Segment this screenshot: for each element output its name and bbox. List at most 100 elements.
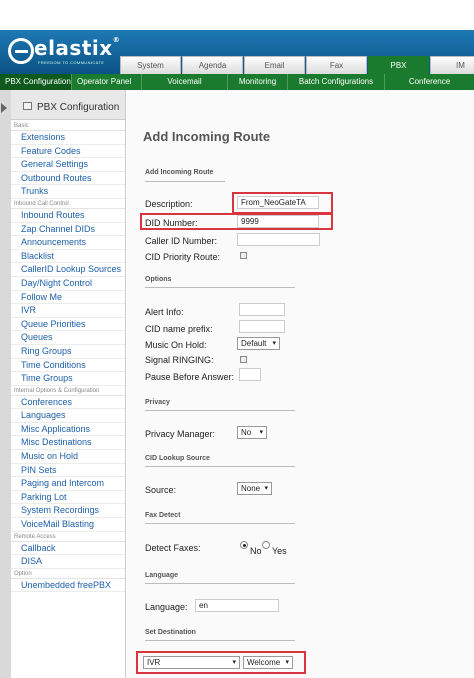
sidebar-item-music-on-hold[interactable]: Music on Hold — [11, 450, 125, 464]
subnav-batch-configurations[interactable]: Batch Configurations — [288, 74, 385, 90]
section-divider — [145, 583, 295, 584]
subnav-operator-panel[interactable]: Operator Panel — [72, 74, 142, 90]
expand-arrow-icon[interactable] — [1, 103, 7, 113]
music-on-hold-value: Default — [241, 339, 267, 348]
sidebar-item-ring-groups[interactable]: Ring Groups — [11, 345, 125, 359]
top-tabs: System Agenda Email Fax PBX IM — [120, 56, 474, 74]
section-divider — [145, 287, 295, 288]
sidebar-item-extensions[interactable]: Extensions — [11, 131, 125, 145]
elastix-logo[interactable]: elastix® FREEDOM TO COMMUNICATE — [8, 36, 128, 70]
cid-name-prefix-label: CID name prefix: — [145, 324, 213, 334]
pbx-sidebar: PBX Configuration Basic Extensions Featu… — [11, 90, 126, 678]
description-label: Description: — [145, 199, 193, 209]
signal-ringing-label: Signal RINGING: — [145, 355, 214, 365]
pbx-subnav: PBX Configuration Operator Panel Voicema… — [0, 74, 474, 90]
tab-email[interactable]: Email — [244, 56, 305, 74]
music-on-hold-select[interactable]: Default ▾ — [237, 337, 280, 350]
language-label: Language: — [145, 602, 188, 612]
sidebar-item-pin-sets[interactable]: PIN Sets — [11, 464, 125, 478]
subnav-voicemail[interactable]: Voicemail — [142, 74, 228, 90]
detect-faxes-yes-label: Yes — [272, 546, 287, 556]
tab-agenda[interactable]: Agenda — [182, 56, 243, 74]
chevron-down-icon: ▾ — [259, 429, 263, 436]
source-select[interactable]: None ▾ — [237, 482, 272, 495]
subnav-conference[interactable]: Conference — [385, 74, 474, 90]
section-language: Language — [145, 572, 179, 579]
sidebar-item-time-conditions[interactable]: Time Conditions — [11, 359, 125, 373]
sidebar-item-follow-me[interactable]: Follow Me — [11, 291, 125, 305]
pause-before-answer-label: Pause Before Answer: — [145, 372, 235, 382]
section-divider — [145, 640, 295, 641]
detect-faxes-no-radio[interactable] — [240, 541, 248, 549]
caller-id-number-input[interactable] — [237, 233, 320, 246]
sidebar-item-feature-codes[interactable]: Feature Codes — [11, 145, 125, 159]
highlight-box — [136, 651, 306, 674]
sidebar-section-basic: Basic — [11, 121, 125, 131]
sidebar-section-internal: Internal Options & Configuration — [11, 386, 125, 396]
sidebar-item-misc-applications[interactable]: Misc Applications — [11, 423, 125, 437]
section-add-incoming-route: Add Incoming Route — [145, 169, 214, 176]
privacy-manager-value: No — [241, 428, 252, 437]
source-label: Source: — [145, 485, 177, 495]
music-on-hold-label: Music On Hold: — [145, 340, 207, 350]
subnav-pbx-configuration[interactable]: PBX Configuration — [0, 74, 72, 90]
sidebar-item-callback[interactable]: Callback — [11, 542, 125, 556]
sidebar-item-outbound-routes[interactable]: Outbound Routes — [11, 172, 125, 186]
sidebar-item-unembedded-freepbx[interactable]: Unembedded freePBX — [11, 579, 125, 593]
sidebar-item-system-recordings[interactable]: System Recordings — [11, 504, 125, 519]
section-set-destination: Set Destination — [145, 629, 196, 636]
section-divider — [145, 181, 225, 182]
sidebar-item-general-settings[interactable]: General Settings — [11, 158, 125, 172]
cid-name-prefix-input[interactable] — [239, 320, 285, 333]
highlight-box — [140, 213, 333, 230]
sidebar-item-parking-lot[interactable]: Parking Lot — [11, 491, 125, 505]
sidebar-item-voicemail-blasting[interactable]: VoiceMail Blasting — [11, 518, 125, 532]
sidebar-item-day-night-control[interactable]: Day/Night Control — [11, 277, 125, 291]
section-divider — [145, 523, 295, 524]
sidebar-section-option: Option — [11, 569, 125, 579]
section-options: Options — [145, 276, 172, 283]
logo-mark-icon — [8, 38, 34, 64]
privacy-manager-label: Privacy Manager: — [145, 429, 216, 439]
collapse-strip[interactable] — [0, 90, 11, 678]
sidebar-item-disa[interactable]: DISA — [11, 555, 125, 569]
sidebar-item-blacklist[interactable]: Blacklist — [11, 250, 125, 264]
section-fax-detect: Fax Detect — [145, 512, 181, 519]
tab-fax[interactable]: Fax — [306, 56, 367, 74]
sidebar-item-inbound-routes[interactable]: Inbound Routes — [11, 209, 125, 223]
section-divider — [145, 410, 295, 411]
sidebar-item-callerid-lookup-sources[interactable]: CallerID Lookup Sources — [11, 263, 125, 277]
tab-pbx[interactable]: PBX — [368, 56, 429, 74]
sidebar-item-ivr[interactable]: IVR — [11, 304, 125, 318]
cid-priority-route-label: CID Priority Route: — [145, 252, 221, 262]
sidebar-item-zap-channel-dids[interactable]: Zap Channel DIDs — [11, 223, 125, 237]
language-input[interactable]: en — [195, 599, 279, 612]
subnav-monitoring[interactable]: Monitoring — [228, 74, 288, 90]
logo-tagline: FREEDOM TO COMMUNICATE — [38, 60, 105, 65]
signal-ringing-checkbox[interactable] — [240, 356, 247, 363]
sidebar-item-time-groups[interactable]: Time Groups — [11, 372, 125, 386]
detect-faxes-no-label: No — [250, 546, 262, 556]
tab-im[interactable]: IM — [430, 56, 474, 74]
sidebar-item-trunks[interactable]: Trunks — [11, 185, 125, 199]
chevron-down-icon: ▾ — [264, 485, 268, 492]
caller-id-number-label: Caller ID Number: — [145, 236, 218, 246]
privacy-manager-select[interactable]: No ▾ — [237, 426, 267, 439]
detect-faxes-yes-radio[interactable] — [262, 541, 270, 549]
tab-system[interactable]: System — [120, 56, 181, 74]
sidebar-item-queue-priorities[interactable]: Queue Priorities — [11, 318, 125, 332]
main-content — [127, 90, 474, 678]
sidebar-item-misc-destinations[interactable]: Misc Destinations — [11, 436, 125, 451]
sidebar-section-remote-access: Remote Access — [11, 532, 125, 542]
source-value: None — [241, 484, 261, 493]
sidebar-title: PBX Configuration — [37, 102, 120, 113]
pause-before-answer-input[interactable] — [239, 368, 261, 381]
sidebar-item-announcements[interactable]: Announcements — [11, 236, 125, 250]
sidebar-item-languages[interactable]: Languages — [11, 409, 125, 423]
alert-info-input[interactable] — [239, 303, 285, 316]
sidebar-item-paging-and-intercom[interactable]: Paging and Intercom — [11, 477, 125, 491]
sidebar-item-conferences[interactable]: Conferences — [11, 396, 125, 410]
sidebar-item-queues[interactable]: Queues — [11, 331, 125, 345]
cid-priority-route-checkbox[interactable] — [240, 252, 247, 259]
section-cid-lookup-source: CID Lookup Source — [145, 455, 210, 462]
